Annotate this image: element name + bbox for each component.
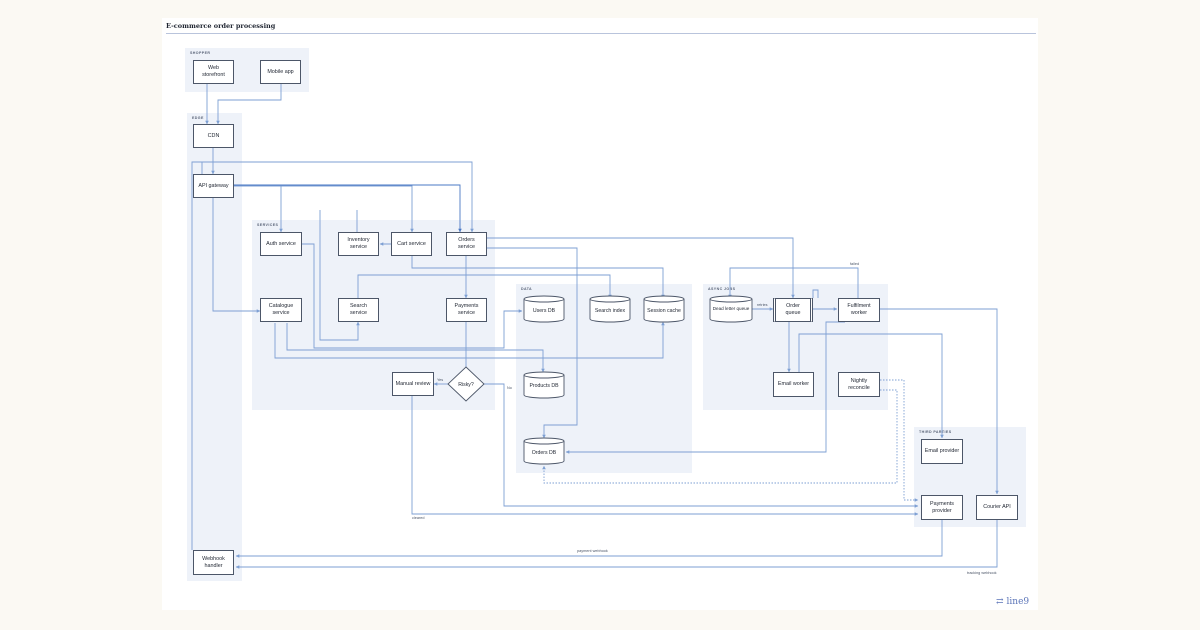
edge-queue-to-fulfilment — [812, 289, 837, 309]
node-manual-review[interactable]: Manual review — [392, 372, 434, 396]
edge-reconcile-dotted — [880, 379, 919, 502]
node-payments-service[interactable]: Payments service — [446, 298, 487, 322]
node-payments-provider[interactable]: Payments provider — [921, 495, 963, 520]
edge-courier-webhook — [235, 520, 998, 569]
edge-label-failed: failed — [850, 262, 859, 266]
node-nightly-reconcile[interactable]: Nightly reconcile — [838, 372, 880, 397]
node-email-worker[interactable]: Email worker — [773, 372, 814, 397]
node-api-gateway[interactable]: API gateway — [193, 174, 234, 198]
node-orders-service[interactable]: Orders service — [446, 232, 487, 256]
node-web-storefront[interactable]: Web storefront — [193, 60, 234, 84]
edge-reconcile-to-ordersdb — [542, 389, 898, 484]
node-search-service[interactable]: Search service — [338, 298, 379, 322]
edge-label-cleared: cleared — [412, 516, 424, 520]
node-order-queue[interactable]: Order queue — [773, 298, 813, 322]
dead-letter-queue-label: Dead letter queue — [713, 306, 750, 311]
node-courier-api[interactable]: Courier API — [976, 495, 1018, 520]
node-inventory-service[interactable]: Inventory service — [338, 232, 379, 256]
orders-db-label: Orders DB — [532, 450, 557, 456]
edge-gateway-to-orders-strong — [234, 184, 462, 233]
edge-orders-to-orders-db — [487, 247, 578, 439]
products-db-label: Products DB — [529, 383, 559, 389]
node-mobile-app[interactable]: Mobile app — [260, 60, 301, 84]
edge-mobile-to-cdn — [216, 84, 282, 125]
edge-label-tracking-webhook: tracking webhook — [967, 571, 997, 575]
node-auth-service[interactable]: Auth service — [260, 232, 302, 256]
node-cart-service[interactable]: Cart service — [391, 232, 432, 256]
users-db-label: Users DB — [533, 308, 556, 314]
brand-logo: ⇄ line9 — [996, 597, 1029, 607]
edge-fulfilment-to-courier — [880, 308, 999, 495]
node-cdn[interactable]: CDN — [193, 124, 234, 148]
session-cache-label: Session cache — [647, 308, 681, 314]
edge-webhook-to-gateway — [191, 161, 213, 550]
edge-label-yes: Yes — [437, 378, 443, 382]
edge-gateway-to-cart — [234, 185, 414, 233]
node-webhook-handler[interactable]: Webhook handler — [193, 550, 234, 575]
decision-risky-label: Risky? — [458, 382, 474, 388]
edge-search-to-index — [357, 274, 612, 299]
edge-label-no: No — [507, 386, 512, 390]
edge-label-payment-webhook: payment webhook — [577, 549, 608, 553]
node-email-provider[interactable]: Email provider — [921, 439, 963, 464]
node-fulfilment-worker[interactable]: Fulfilment worker — [838, 298, 880, 322]
edge-gateway-to-auth — [234, 185, 283, 233]
edge-review-cleared — [411, 396, 919, 516]
link-arrows-icon: ⇄ — [996, 597, 1004, 607]
edge-cart-to-session — [411, 256, 665, 299]
diagram-edges: Risky? Users DB Search index Session cac… — [191, 84, 999, 575]
brand-name: line9 — [1006, 597, 1030, 607]
edge-fulfilment-failed — [728, 267, 859, 299]
edge-gateway-to-catalogue — [212, 198, 261, 313]
edge-catalogue-to-products — [286, 323, 545, 373]
search-index-label: Search index — [595, 308, 626, 314]
node-catalogue-service[interactable]: Catalogue service — [260, 298, 302, 322]
edge-label-retries: retries — [757, 303, 768, 307]
edge-gateway-to-orders — [201, 161, 474, 233]
